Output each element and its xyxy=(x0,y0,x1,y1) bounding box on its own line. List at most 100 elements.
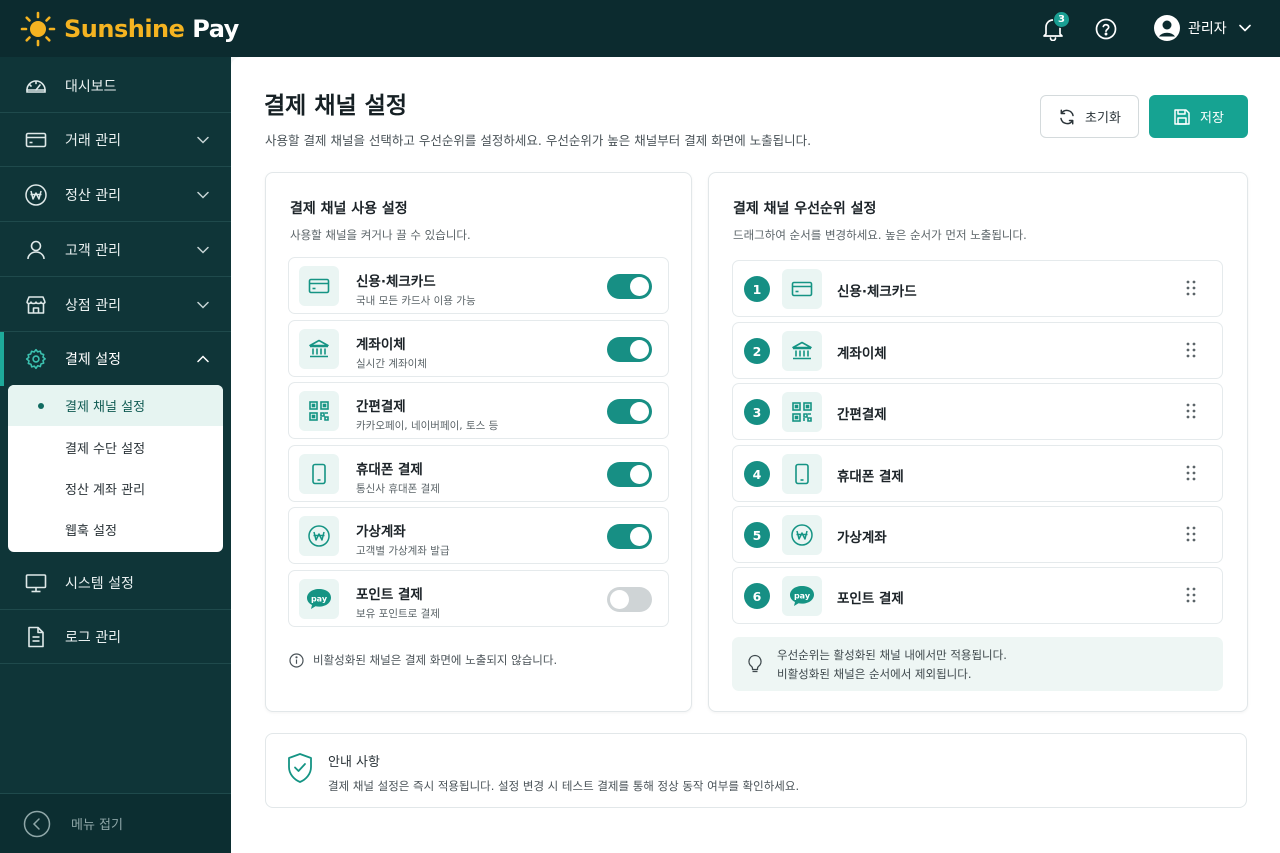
priority-item[interactable]: 3 간편결제 xyxy=(732,383,1223,440)
card-icon xyxy=(299,266,339,306)
chevron-left-circle-icon xyxy=(23,810,51,838)
save-icon xyxy=(1173,108,1200,126)
won-icon xyxy=(782,515,822,555)
active-indicator xyxy=(0,332,4,386)
sun-logo-icon xyxy=(20,11,56,47)
phone-icon xyxy=(299,454,339,494)
toggle-knob xyxy=(630,527,649,546)
reset-button[interactable]: 초기화 xyxy=(1040,95,1139,138)
sidebar-item-payment-settings[interactable]: 결제 설정 xyxy=(0,332,231,386)
sidebar-item-label: 고객 관리 xyxy=(65,242,121,259)
monitor-icon xyxy=(25,572,47,594)
sidebar-item-stores[interactable]: 상점 관리 xyxy=(0,278,231,332)
sidebar-item-label: 결제 설정 xyxy=(65,352,121,368)
priority-channel-name: 계좌이체 xyxy=(837,346,887,362)
priority-item[interactable]: 1 신용·체크카드 xyxy=(732,260,1223,317)
tip-line-2: 비활성화된 채널은 순서에서 제외됩니다. xyxy=(777,667,972,681)
tip-line-1: 우선순위는 활성화된 채널 내에서만 적용됩니다. xyxy=(777,648,1007,662)
channel-toggle[interactable] xyxy=(607,337,652,362)
submenu-item-webhook[interactable]: 웹훅 설정 xyxy=(8,509,223,550)
channel-row-points: pay 포인트 결제 보유 포인트로 결제 xyxy=(288,570,669,627)
payment-settings-submenu: 결제 채널 설정 결제 수단 설정 정산 계좌 관리 웹훅 설정 xyxy=(8,385,223,552)
save-button[interactable]: 저장 xyxy=(1149,95,1248,138)
priority-item[interactable]: 2 계좌이체 xyxy=(732,322,1223,379)
submenu-item-label: 웹훅 설정 xyxy=(65,524,117,539)
priority-tip-box: 우선순위는 활성화된 채널 내에서만 적용됩니다. 비활성화된 채널은 순서에서… xyxy=(732,637,1223,691)
sidebar-item-customers[interactable]: 고객 관리 xyxy=(0,223,231,277)
sidebar-item-dashboard[interactable]: 대시보드 xyxy=(0,59,231,113)
priority-rank-badge: 6 xyxy=(744,583,770,609)
toggle-knob xyxy=(610,590,629,609)
priority-item[interactable]: 5 가상계좌 xyxy=(732,506,1223,563)
sidebar-item-label: 정산 관리 xyxy=(65,187,121,204)
notice-card: 안내 사항 결제 채널 설정은 즉시 적용됩니다. 설정 변경 시 테스트 결제… xyxy=(265,733,1247,808)
channel-subtitle: 국내 모든 카드사 이용 가능 xyxy=(356,295,476,307)
channel-toggle[interactable] xyxy=(607,524,652,549)
brand-logo[interactable]: Sunshine Pay xyxy=(20,11,239,47)
sidebar-item-settlement[interactable]: 정산 관리 xyxy=(0,168,231,222)
drag-handle-icon[interactable] xyxy=(1186,403,1196,419)
collapse-menu-label: 메뉴 접기 xyxy=(71,818,123,833)
info-icon xyxy=(289,652,313,668)
pay-icon: pay xyxy=(782,576,822,616)
channel-name: 신용·체크카드 xyxy=(356,274,436,290)
submenu-item-label: 정산 계좌 관리 xyxy=(65,483,146,498)
priority-rank-badge: 1 xyxy=(744,276,770,302)
bank-icon xyxy=(782,331,822,371)
user-menu[interactable]: 관리자 xyxy=(1154,15,1251,41)
page-title: 결제 채널 설정 xyxy=(264,93,407,119)
channel-subtitle: 카카오페이, 네이버페이, 토스 등 xyxy=(356,420,499,432)
phone-icon xyxy=(782,454,822,494)
store-icon xyxy=(25,294,47,316)
submenu-item-method-settings[interactable]: 결제 수단 설정 xyxy=(8,427,223,468)
submenu-item-channel-settings[interactable]: 결제 채널 설정 xyxy=(8,385,223,426)
drag-handle-icon[interactable] xyxy=(1186,526,1196,542)
priority-item[interactable]: 4 휴대폰 결제 xyxy=(732,445,1223,502)
channel-toggle[interactable] xyxy=(607,399,652,424)
priority-channel-name: 포인트 결제 xyxy=(837,591,904,607)
channel-toggle[interactable] xyxy=(607,587,652,612)
channel-toggle[interactable] xyxy=(607,274,652,299)
sidebar-item-label: 상점 관리 xyxy=(65,297,121,314)
notification-badge: 3 xyxy=(1053,11,1070,28)
help-icon[interactable] xyxy=(1095,18,1117,40)
chevron-down-icon xyxy=(197,191,209,199)
channel-usage-description: 사용할 채널을 켜거나 끌 수 있습니다. xyxy=(290,228,471,242)
sidebar-item-system-settings[interactable]: 시스템 설정 xyxy=(0,556,231,610)
priority-description: 드래그하여 순서를 변경하세요. 높은 순서가 먼저 노출됩니다. xyxy=(733,228,1027,242)
notice-text: 결제 채널 설정은 즉시 적용됩니다. 설정 변경 시 테스트 결제를 통해 정… xyxy=(328,779,800,793)
submenu-item-label: 결제 채널 설정 xyxy=(65,400,146,415)
pay-icon: pay xyxy=(299,579,339,619)
priority-card xyxy=(708,172,1248,712)
channel-row-virtual-account: 가상계좌 고객별 가상계좌 발급 xyxy=(288,507,669,564)
gear-icon xyxy=(25,348,47,370)
toggle-knob xyxy=(630,340,649,359)
channel-subtitle: 보유 포인트로 결제 xyxy=(356,608,440,620)
drag-handle-icon[interactable] xyxy=(1186,280,1196,296)
sidebar-item-label: 거래 관리 xyxy=(65,132,121,149)
won-icon xyxy=(25,183,47,206)
toggle-knob xyxy=(630,465,649,484)
bank-icon xyxy=(299,329,339,369)
priority-channel-name: 가상계좌 xyxy=(837,530,887,546)
chevron-down-icon xyxy=(197,301,209,309)
sidebar-item-transactions[interactable]: 거래 관리 xyxy=(0,113,231,167)
drag-handle-icon[interactable] xyxy=(1186,587,1196,603)
submenu-item-settlement-accounts[interactable]: 정산 계좌 관리 xyxy=(8,468,223,509)
priority-rank-badge: 3 xyxy=(744,399,770,425)
channel-toggle[interactable] xyxy=(607,462,652,487)
page-description: 사용할 결제 채널을 선택하고 우선순위를 설정하세요. 우선순위가 높은 채널… xyxy=(265,133,812,148)
drag-handle-icon[interactable] xyxy=(1186,342,1196,358)
chevron-up-icon xyxy=(197,355,209,363)
sidebar-item-logs[interactable]: 로그 관리 xyxy=(0,610,231,664)
priority-item[interactable]: 6 pay 포인트 결제 xyxy=(732,567,1223,624)
channel-name: 포인트 결제 xyxy=(356,587,423,603)
channel-name: 계좌이체 xyxy=(356,337,406,353)
document-icon xyxy=(25,626,47,648)
inactive-channel-note: 비활성화된 채널은 결제 화면에 노출되지 않습니다. xyxy=(289,652,557,668)
channel-name: 간편결제 xyxy=(356,399,406,415)
collapse-menu-button[interactable]: 메뉴 접기 xyxy=(0,793,231,853)
drag-handle-icon[interactable] xyxy=(1186,465,1196,481)
svg-text:pay: pay xyxy=(311,595,328,604)
dashboard-icon xyxy=(25,75,47,97)
